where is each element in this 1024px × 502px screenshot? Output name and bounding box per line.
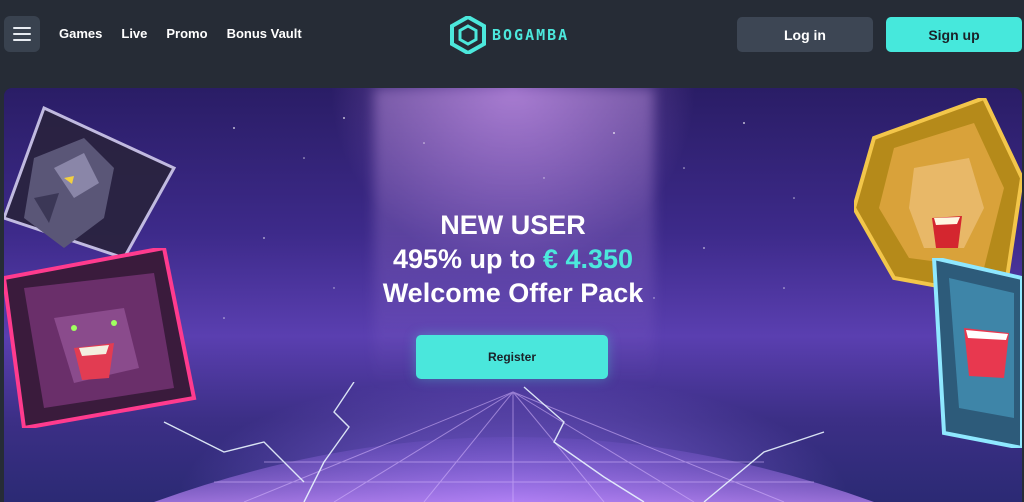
logo-hexagon-icon xyxy=(450,16,486,54)
hero-bonus-amount: € 4.350 xyxy=(542,244,634,274)
logo-text: BOGAMBA xyxy=(492,26,570,44)
main-nav: Games Live Promo Bonus Vault xyxy=(59,26,321,41)
signup-button[interactable]: Sign up xyxy=(886,17,1022,52)
top-header: Games Live Promo Bonus Vault BOGAMBA Log… xyxy=(0,0,1024,70)
hero-line-1: NEW USER xyxy=(440,210,586,240)
hero-line-2: 495% up to € 4.350 xyxy=(4,242,1022,276)
hero-line-3: Welcome Offer Pack xyxy=(382,278,644,308)
hero-line-2-prefix: 495% up to xyxy=(392,244,543,274)
register-button[interactable]: Register xyxy=(416,335,608,379)
login-button[interactable]: Log in xyxy=(737,17,873,52)
nav-games[interactable]: Games xyxy=(59,26,102,41)
nav-promo[interactable]: Promo xyxy=(166,26,207,41)
bogamba-logo[interactable]: BOGAMBA xyxy=(450,16,569,54)
hamburger-menu-icon[interactable] xyxy=(4,16,40,52)
hero-banner: NEW USER 495% up to € 4.350 Welcome Offe… xyxy=(4,88,1022,502)
nav-bonus-vault[interactable]: Bonus Vault xyxy=(227,26,302,41)
hero-headline: NEW USER 495% up to € 4.350 Welcome Offe… xyxy=(4,208,1022,310)
nav-live[interactable]: Live xyxy=(121,26,147,41)
